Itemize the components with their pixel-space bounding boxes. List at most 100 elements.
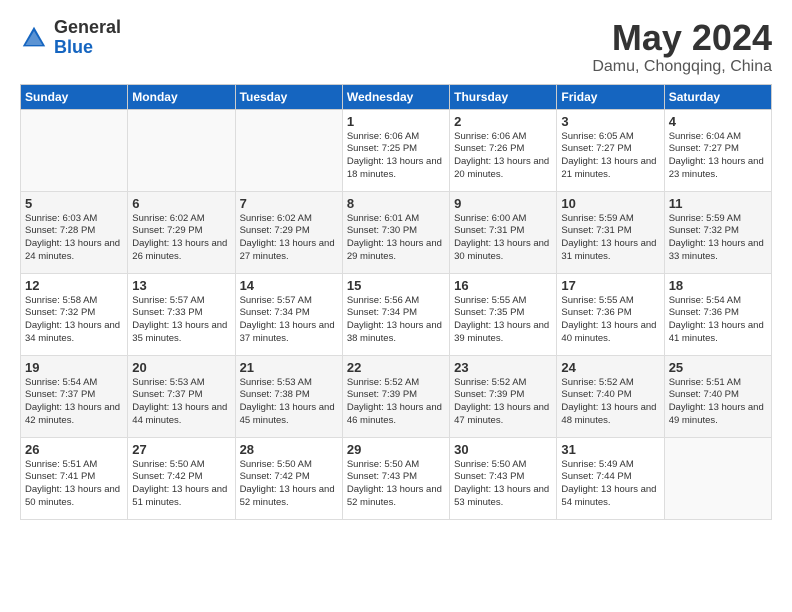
day-number: 15 [347,278,445,293]
day-number: 6 [132,196,230,211]
day-number: 13 [132,278,230,293]
day-number: 11 [669,196,767,211]
calendar-cell: 29Sunrise: 5:50 AM Sunset: 7:43 PM Dayli… [342,437,449,519]
cell-content: Sunrise: 5:53 AM Sunset: 7:38 PM Dayligh… [240,377,338,428]
calendar-cell: 31 Sunrise: 5:49 AM Sunset: 7:44 PM Dayli… [557,437,664,519]
calendar-cell: 21 Sunrise: 5:53 AM Sunset: 7:38 PM Dayli… [235,355,342,437]
day-number: 10 [561,196,659,211]
cell-content: Sunrise: 5:55 AM Sunset: 7:36 PM Dayligh… [561,295,659,346]
calendar-cell: 20Sunrise: 5:53 AM Sunset: 7:37 PM Dayli… [128,355,235,437]
day-number: 9 [454,196,552,211]
calendar-cell [21,109,128,191]
col-monday: Monday [128,84,235,109]
calendar-cell: 25 Sunrise: 5:51 AM Sunset: 7:40 PM Dayli… [664,355,771,437]
calendar-cell: 14Sunrise: 5:57 AM Sunset: 7:34 PM Dayli… [235,273,342,355]
calendar-cell: 5Sunrise: 6:03 AM Sunset: 7:28 PM Daylig… [21,191,128,273]
day-number: 3 [561,114,659,129]
calendar-cell: 27 Sunrise: 5:50 AM Sunset: 7:42 PM Dayli… [128,437,235,519]
calendar-week-5: 26Sunrise: 5:51 AM Sunset: 7:41 PM Dayli… [21,437,772,519]
logo-text: General Blue [54,18,121,58]
cell-content: Sunrise: 5:52 AM Sunset: 7:39 PM Dayligh… [347,377,445,428]
day-number: 21 [240,360,338,375]
calendar-cell: 16 Sunrise: 5:55 AM Sunset: 7:35 PM Dayli… [450,273,557,355]
title-block: May 2024 Damu, Chongqing, China [592,18,772,76]
cell-content: Sunrise: 5:57 AM Sunset: 7:34 PM Dayligh… [240,295,338,346]
cell-content: Sunrise: 5:49 AM Sunset: 7:44 PM Dayligh… [561,459,659,510]
logo-blue: Blue [54,38,121,58]
calendar-cell: 13Sunrise: 5:57 AM Sunset: 7:33 PM Dayli… [128,273,235,355]
day-number: 16 [454,278,552,293]
header-row: Sunday Monday Tuesday Wednesday Thursday… [21,84,772,109]
cell-content: Sunrise: 6:00 AM Sunset: 7:31 PM Dayligh… [454,213,552,264]
calendar-cell [128,109,235,191]
day-number: 24 [561,360,659,375]
day-number: 20 [132,360,230,375]
calendar-cell: 8Sunrise: 6:01 AM Sunset: 7:30 PM Daylig… [342,191,449,273]
col-sunday: Sunday [21,84,128,109]
calendar-cell: 6 Sunrise: 6:02 AM Sunset: 7:29 PM Daylig… [128,191,235,273]
cell-content: Sunrise: 6:06 AM Sunset: 7:25 PM Dayligh… [347,131,445,182]
page: General Blue May 2024 Damu, Chongqing, C… [0,0,792,612]
calendar-cell: 10 Sunrise: 5:59 AM Sunset: 7:31 PM Dayli… [557,191,664,273]
day-number: 29 [347,442,445,457]
calendar-cell: 23Sunrise: 5:52 AM Sunset: 7:39 PM Dayli… [450,355,557,437]
header: General Blue May 2024 Damu, Chongqing, C… [20,18,772,76]
calendar-cell: 4 Sunrise: 6:04 AM Sunset: 7:27 PM Daylig… [664,109,771,191]
cell-content: Sunrise: 5:50 AM Sunset: 7:42 PM Dayligh… [132,459,230,510]
calendar-cell: 17 Sunrise: 5:55 AM Sunset: 7:36 PM Dayli… [557,273,664,355]
cell-content: Sunrise: 6:02 AM Sunset: 7:29 PM Dayligh… [240,213,338,264]
cell-content: Sunrise: 5:52 AM Sunset: 7:40 PM Dayligh… [561,377,659,428]
calendar-cell: 22 Sunrise: 5:52 AM Sunset: 7:39 PM Dayli… [342,355,449,437]
month-title: May 2024 [592,18,772,58]
calendar-cell: 2Sunrise: 6:06 AM Sunset: 7:26 PM Daylig… [450,109,557,191]
col-tuesday: Tuesday [235,84,342,109]
cell-content: Sunrise: 5:59 AM Sunset: 7:31 PM Dayligh… [561,213,659,264]
calendar-cell: 1 Sunrise: 6:06 AM Sunset: 7:25 PM Daylig… [342,109,449,191]
cell-content: Sunrise: 6:05 AM Sunset: 7:27 PM Dayligh… [561,131,659,182]
calendar-cell: 3 Sunrise: 6:05 AM Sunset: 7:27 PM Daylig… [557,109,664,191]
cell-content: Sunrise: 5:54 AM Sunset: 7:36 PM Dayligh… [669,295,767,346]
cell-content: Sunrise: 5:54 AM Sunset: 7:37 PM Dayligh… [25,377,123,428]
calendar-cell [235,109,342,191]
calendar-cell: 18Sunrise: 5:54 AM Sunset: 7:36 PM Dayli… [664,273,771,355]
calendar-cell: 30 Sunrise: 5:50 AM Sunset: 7:43 PM Dayli… [450,437,557,519]
calendar-header: Sunday Monday Tuesday Wednesday Thursday… [21,84,772,109]
day-number: 26 [25,442,123,457]
cell-content: Sunrise: 5:51 AM Sunset: 7:40 PM Dayligh… [669,377,767,428]
location-title: Damu, Chongqing, China [592,58,772,76]
cell-content: Sunrise: 6:03 AM Sunset: 7:28 PM Dayligh… [25,213,123,264]
calendar-table: Sunday Monday Tuesday Wednesday Thursday… [20,84,772,520]
calendar-cell: 12Sunrise: 5:58 AM Sunset: 7:32 PM Dayli… [21,273,128,355]
calendar-body: 1 Sunrise: 6:06 AM Sunset: 7:25 PM Daylig… [21,109,772,519]
day-number: 12 [25,278,123,293]
day-number: 1 [347,114,445,129]
logo-general: General [54,18,121,38]
calendar-week-4: 19Sunrise: 5:54 AM Sunset: 7:37 PM Dayli… [21,355,772,437]
day-number: 23 [454,360,552,375]
calendar-cell [664,437,771,519]
calendar-cell: 26Sunrise: 5:51 AM Sunset: 7:41 PM Dayli… [21,437,128,519]
logo: General Blue [20,18,121,58]
cell-content: Sunrise: 6:04 AM Sunset: 7:27 PM Dayligh… [669,131,767,182]
calendar-cell: 15Sunrise: 5:56 AM Sunset: 7:34 PM Dayli… [342,273,449,355]
day-number: 27 [132,442,230,457]
day-number: 17 [561,278,659,293]
cell-content: Sunrise: 5:55 AM Sunset: 7:35 PM Dayligh… [454,295,552,346]
cell-content: Sunrise: 5:59 AM Sunset: 7:32 PM Dayligh… [669,213,767,264]
calendar-cell: 7 Sunrise: 6:02 AM Sunset: 7:29 PM Daylig… [235,191,342,273]
cell-content: Sunrise: 6:02 AM Sunset: 7:29 PM Dayligh… [132,213,230,264]
cell-content: Sunrise: 5:50 AM Sunset: 7:42 PM Dayligh… [240,459,338,510]
day-number: 22 [347,360,445,375]
day-number: 25 [669,360,767,375]
calendar-cell: 19Sunrise: 5:54 AM Sunset: 7:37 PM Dayli… [21,355,128,437]
day-number: 4 [669,114,767,129]
calendar-cell: 11 Sunrise: 5:59 AM Sunset: 7:32 PM Dayli… [664,191,771,273]
cell-content: Sunrise: 5:50 AM Sunset: 7:43 PM Dayligh… [454,459,552,510]
day-number: 31 [561,442,659,457]
day-number: 7 [240,196,338,211]
day-number: 8 [347,196,445,211]
day-number: 30 [454,442,552,457]
calendar-week-2: 5Sunrise: 6:03 AM Sunset: 7:28 PM Daylig… [21,191,772,273]
calendar-cell: 28 Sunrise: 5:50 AM Sunset: 7:42 PM Dayli… [235,437,342,519]
day-number: 28 [240,442,338,457]
